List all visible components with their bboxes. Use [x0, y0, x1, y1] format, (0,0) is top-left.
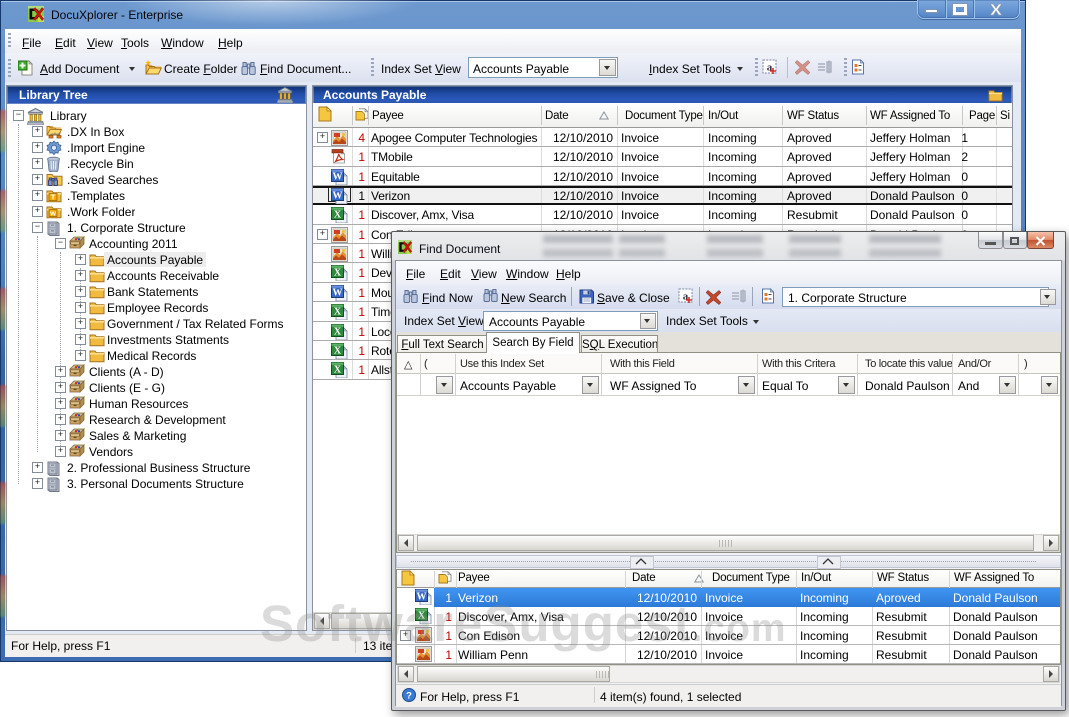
svg-text:T: T	[51, 193, 56, 202]
svg-text:W: W	[333, 191, 343, 202]
svg-text:X: X	[334, 327, 342, 338]
svg-text:?: ?	[406, 691, 412, 702]
svg-text:W: W	[333, 172, 343, 183]
svg-text:X: X	[334, 365, 342, 376]
svg-text:W: W	[333, 288, 343, 299]
svg-text:X: X	[334, 210, 342, 221]
svg-text:X: X	[334, 346, 342, 357]
svg-text:X: X	[334, 307, 342, 318]
svg-text:w: w	[49, 209, 56, 218]
svg-text:X: X	[334, 268, 342, 279]
